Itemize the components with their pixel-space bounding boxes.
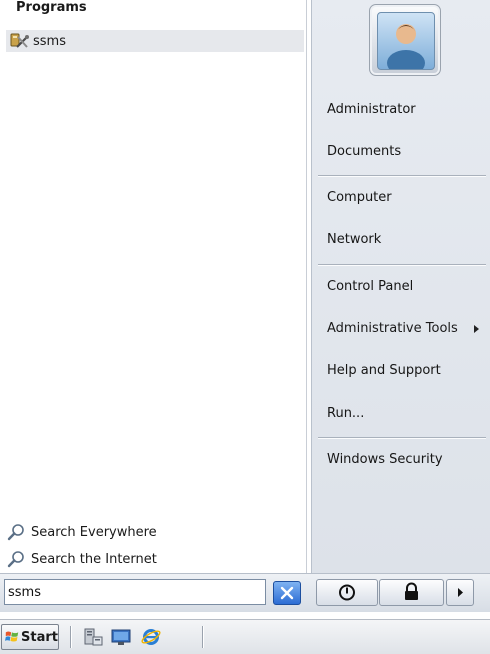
ssms-tools-icon bbox=[10, 33, 29, 48]
lock-icon bbox=[405, 582, 418, 600]
programs-pane: Programs ssms Search Everywhere Search t… bbox=[0, 0, 307, 573]
internet-explorer-icon[interactable] bbox=[140, 627, 162, 647]
user-avatar-icon bbox=[377, 12, 435, 70]
server-manager-icon[interactable] bbox=[82, 627, 104, 647]
search-everywhere-label: Search Everywhere bbox=[31, 524, 157, 540]
menu-item-run[interactable]: Run... bbox=[327, 403, 487, 425]
program-item-ssms[interactable]: ssms bbox=[6, 30, 304, 52]
menu-item-administrator[interactable]: Administrator bbox=[327, 99, 487, 121]
menu-item-computer[interactable]: Computer bbox=[327, 187, 487, 209]
magnifier-icon bbox=[7, 551, 24, 568]
power-options-button[interactable] bbox=[446, 579, 474, 606]
taskbar-separator bbox=[70, 626, 72, 648]
menu-item-documents[interactable]: Documents bbox=[327, 141, 487, 163]
show-desktop-icon[interactable] bbox=[110, 627, 132, 647]
menu-item-network[interactable]: Network bbox=[327, 229, 487, 251]
windows-logo-icon bbox=[5, 631, 19, 642]
search-internet-link[interactable]: Search the Internet bbox=[6, 548, 157, 570]
program-item-label: ssms bbox=[33, 33, 66, 49]
places-pane: Administrator Documents Computer Network… bbox=[311, 0, 490, 573]
shutdown-icon bbox=[339, 584, 355, 601]
administrative-tools-label: Administrative Tools bbox=[327, 321, 458, 336]
menu-separator bbox=[318, 264, 486, 266]
search-everywhere-link[interactable]: Search Everywhere bbox=[6, 521, 157, 543]
search-internet-label: Search the Internet bbox=[31, 551, 157, 567]
menu-separator bbox=[318, 175, 486, 177]
close-icon bbox=[280, 586, 294, 600]
taskbar-separator bbox=[202, 626, 204, 648]
submenu-arrow-icon bbox=[474, 325, 479, 333]
menu-item-administrative-tools[interactable]: Administrative Tools bbox=[327, 318, 487, 340]
menu-item-control-panel[interactable]: Control Panel bbox=[327, 276, 487, 298]
start-menu-bottom-bar bbox=[0, 573, 490, 612]
arrow-right-icon bbox=[458, 588, 463, 597]
menu-item-help-and-support[interactable]: Help and Support bbox=[327, 360, 487, 382]
menu-item-windows-security[interactable]: Windows Security bbox=[327, 449, 487, 471]
shutdown-button[interactable] bbox=[316, 579, 378, 606]
start-label: Start bbox=[21, 629, 58, 645]
start-button[interactable]: Start bbox=[1, 624, 59, 650]
clear-search-button[interactable] bbox=[273, 581, 301, 605]
menu-separator bbox=[318, 437, 486, 439]
user-picture[interactable] bbox=[369, 4, 441, 76]
magnifier-icon bbox=[7, 524, 24, 541]
taskbar: Start bbox=[0, 619, 490, 654]
programs-header: Programs bbox=[16, 0, 87, 15]
lock-button[interactable] bbox=[379, 579, 444, 606]
search-input[interactable] bbox=[4, 579, 266, 605]
